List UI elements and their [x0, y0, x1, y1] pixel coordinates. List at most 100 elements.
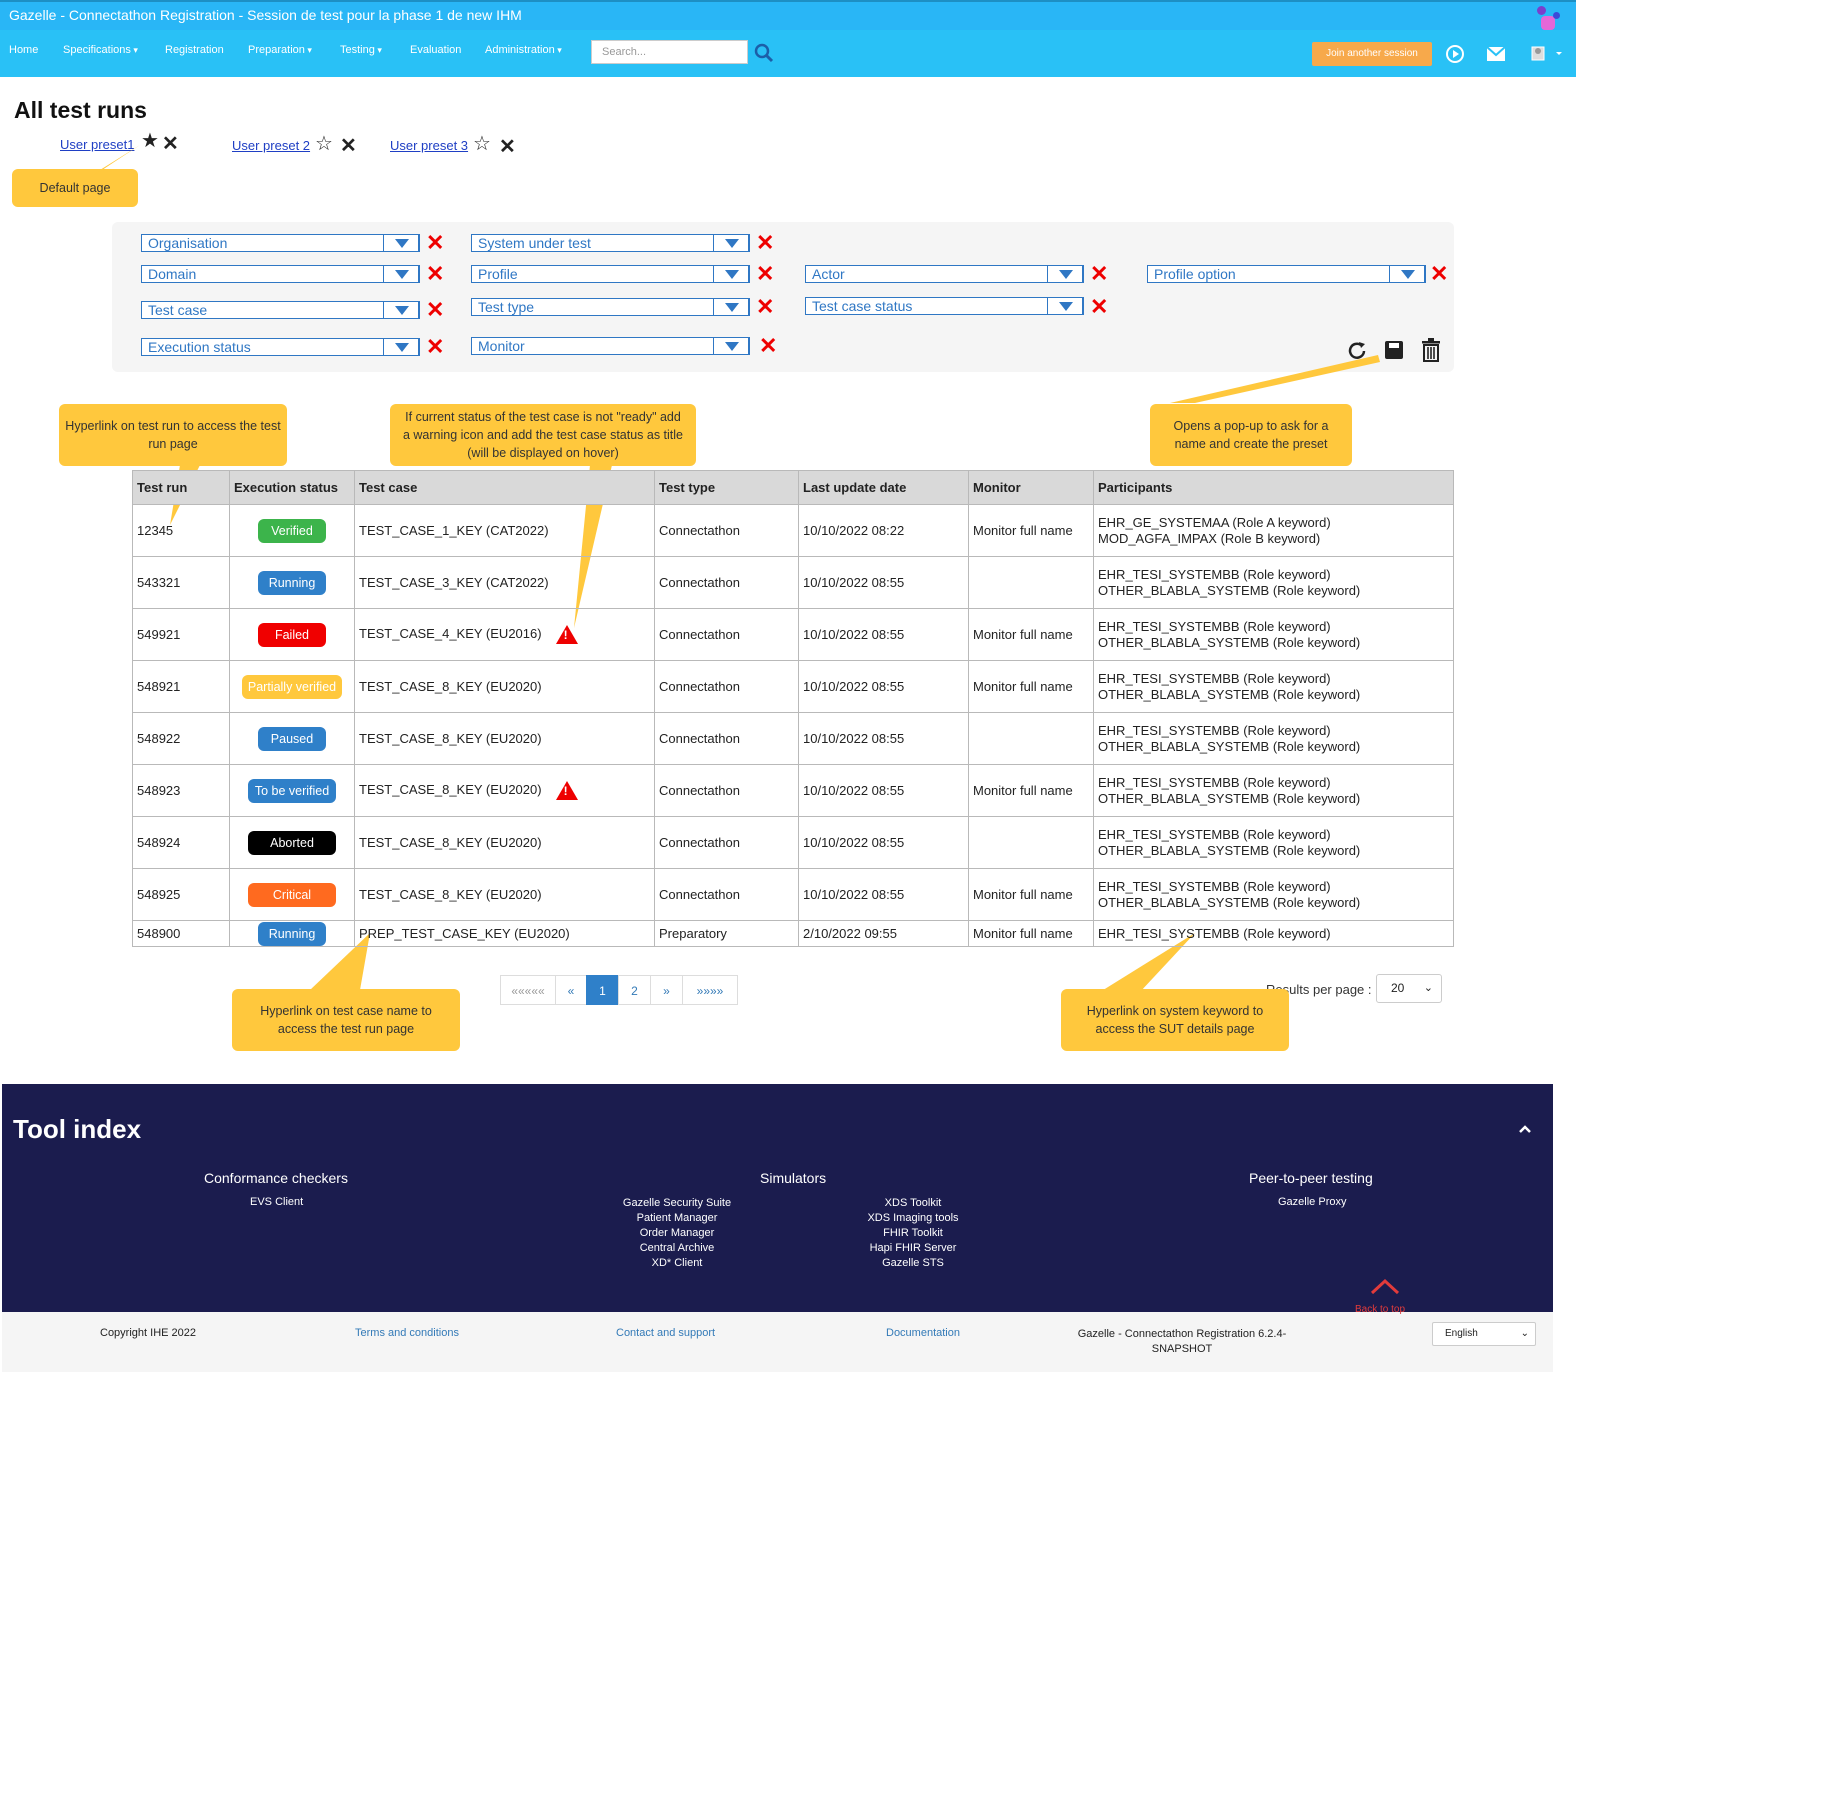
back-to-top-icon[interactable]: [1370, 1277, 1400, 1300]
monitor-cell: Monitor full name: [968, 660, 1094, 713]
back-to-top-link[interactable]: Back to top: [1355, 1304, 1405, 1315]
execution-status-cell: Critical: [229, 868, 355, 921]
participant-system-link[interactable]: OTHER_BLABLA_SYSTEMB (Role keyword): [1098, 791, 1449, 807]
callout-warning-icon: If current status of the test case is no…: [390, 404, 696, 466]
test-run-link[interactable]: 12345: [137, 523, 173, 538]
test-run-link[interactable]: 548922: [137, 731, 180, 746]
column-header-monitor[interactable]: Monitor: [968, 470, 1094, 505]
column-header-execution-status[interactable]: Execution status: [229, 470, 355, 505]
language-select[interactable]: English ⌄: [1432, 1322, 1536, 1346]
xds-toolkit-link[interactable]: XDS Toolkit: [838, 1196, 988, 1211]
participant-system-link[interactable]: EHR_TESI_SYSTEMBB (Role keyword): [1098, 879, 1449, 895]
test-case-link[interactable]: TEST_CASE_8_KEY (EU2020): [359, 731, 542, 746]
participant-system-link[interactable]: OTHER_BLABLA_SYSTEMB (Role keyword): [1098, 635, 1449, 651]
execution-status-cell: Failed: [229, 608, 355, 661]
gazelle-sts-link[interactable]: Gazelle STS: [838, 1256, 988, 1271]
order-manager-link[interactable]: Order Manager: [602, 1226, 752, 1241]
column-header-participants[interactable]: Participants: [1093, 470, 1454, 505]
test-run-link[interactable]: 543321: [137, 575, 180, 590]
status-badge: Aborted: [248, 830, 336, 855]
execution-status-cell: Running: [229, 556, 355, 609]
participants-cell: EHR_TESI_SYSTEMBB (Role keyword) OTHER_BL…: [1093, 764, 1454, 817]
test-run-cell: 548900: [132, 920, 230, 947]
first-page-button[interactable]: «««««: [500, 975, 556, 1005]
results-per-page-select[interactable]: 20 ⌄: [1376, 974, 1442, 1003]
participant-system-link[interactable]: EHR_TESI_SYSTEMBB (Role keyword): [1098, 567, 1449, 583]
xds-imaging-tools-link[interactable]: XDS Imaging tools: [838, 1211, 988, 1226]
monitor-cell: [968, 556, 1094, 609]
status-badge: Running: [258, 570, 326, 595]
test-case-link[interactable]: TEST_CASE_4_KEY (EU2016): [359, 626, 542, 641]
fhir-toolkit-link[interactable]: FHIR Toolkit: [838, 1226, 988, 1241]
test-run-cell: 548925: [132, 868, 230, 921]
participant-system-link[interactable]: EHR_TESI_SYSTEMBB (Role keyword): [1098, 775, 1449, 791]
page-2-button[interactable]: 2: [618, 975, 651, 1005]
test-run-link[interactable]: 548924: [137, 835, 180, 850]
test-run-link[interactable]: 548900: [137, 926, 180, 941]
execution-status-cell: Running: [229, 920, 355, 947]
callout-system-link: Hyperlink on system keyword to access th…: [1061, 989, 1289, 1051]
test-case-link[interactable]: TEST_CASE_8_KEY (EU2020): [359, 679, 542, 694]
footer-bottom-bar: Copyright IHE 2022 Terms and conditions …: [2, 1312, 1553, 1372]
patient-manager-link[interactable]: Patient Manager: [602, 1211, 752, 1226]
participant-system-link[interactable]: EHR_TESI_SYSTEMBB (Role keyword): [1098, 926, 1449, 942]
participant-system-link[interactable]: EHR_GE_SYSTEMAA (Role A keyword): [1098, 515, 1449, 531]
test-run-cell: 548923: [132, 764, 230, 817]
test-case-link[interactable]: TEST_CASE_8_KEY (EU2020): [359, 887, 542, 902]
next-page-button[interactable]: »: [650, 975, 683, 1005]
participant-system-link[interactable]: OTHER_BLABLA_SYSTEMB (Role keyword): [1098, 895, 1449, 911]
test-case-cell: TEST_CASE_1_KEY (CAT2022): [354, 504, 655, 557]
test-run-link[interactable]: 548925: [137, 887, 180, 902]
gazelle-proxy-link[interactable]: Gazelle Proxy: [1278, 1196, 1346, 1208]
test-case-link[interactable]: TEST_CASE_8_KEY (EU2020): [359, 782, 542, 797]
documentation-link[interactable]: Documentation: [886, 1327, 960, 1339]
test-type-cell: Connectathon: [654, 868, 799, 921]
test-type-cell: Preparatory: [654, 920, 799, 947]
xd-client-link[interactable]: XD* Client: [602, 1256, 752, 1271]
participant-system-link[interactable]: OTHER_BLABLA_SYSTEMB (Role keyword): [1098, 843, 1449, 859]
test-run-link[interactable]: 548923: [137, 783, 180, 798]
participants-cell: EHR_TESI_SYSTEMBB (Role keyword) OTHER_BL…: [1093, 712, 1454, 765]
terms-link[interactable]: Terms and conditions: [355, 1327, 459, 1339]
evs-client-link[interactable]: EVS Client: [250, 1196, 303, 1208]
test-case-link[interactable]: TEST_CASE_1_KEY (CAT2022): [359, 523, 549, 538]
page-1-button[interactable]: 1: [586, 975, 619, 1005]
status-badge: Partially verified: [241, 674, 343, 699]
participant-system-link[interactable]: EHR_TESI_SYSTEMBB (Role keyword): [1098, 671, 1449, 687]
column-header-test-type[interactable]: Test type: [654, 470, 799, 505]
participant-system-link[interactable]: EHR_TESI_SYSTEMBB (Role keyword): [1098, 723, 1449, 739]
test-run-link[interactable]: 549921: [137, 627, 180, 642]
test-run-cell: 548924: [132, 816, 230, 869]
hapi-fhir-server-link[interactable]: Hapi FHIR Server: [838, 1241, 988, 1256]
test-case-link[interactable]: PREP_TEST_CASE_KEY (EU2020): [359, 926, 570, 941]
test-run-cell: 548921: [132, 660, 230, 713]
column-header-last-update-date[interactable]: Last update date: [798, 470, 969, 505]
gazelle-security-suite-link[interactable]: Gazelle Security Suite: [602, 1196, 752, 1211]
last-update-cell: 10/10/2022 08:55: [798, 764, 969, 817]
participant-system-link[interactable]: EHR_TESI_SYSTEMBB (Role keyword): [1098, 619, 1449, 635]
participants-cell: EHR_TESI_SYSTEMBB (Role keyword) OTHER_BL…: [1093, 868, 1454, 921]
contact-link[interactable]: Contact and support: [616, 1327, 715, 1339]
test-case-cell: TEST_CASE_8_KEY (EU2020): [354, 712, 655, 765]
execution-status-cell: To be verified: [229, 764, 355, 817]
column-header-test-run[interactable]: Test run: [132, 470, 230, 505]
test-case-link[interactable]: TEST_CASE_8_KEY (EU2020): [359, 835, 542, 850]
test-case-link[interactable]: TEST_CASE_3_KEY (CAT2022): [359, 575, 549, 590]
participant-system-link[interactable]: MOD_AGFA_IMPAX (Role B keyword): [1098, 531, 1449, 547]
execution-status-cell: Verified: [229, 504, 355, 557]
test-run-link[interactable]: 548921: [137, 679, 180, 694]
last-page-button[interactable]: »»»»: [682, 975, 738, 1005]
prev-page-button[interactable]: «: [555, 975, 587, 1005]
monitor-cell: [968, 816, 1094, 869]
collapse-chevron-icon[interactable]: [1518, 1121, 1532, 1139]
test-runs-table: Test run Execution status Test case Test…: [132, 470, 1454, 947]
column-header-test-case[interactable]: Test case: [354, 470, 655, 505]
participant-system-link[interactable]: OTHER_BLABLA_SYSTEMB (Role keyword): [1098, 687, 1449, 703]
participant-system-link[interactable]: EHR_TESI_SYSTEMBB (Role keyword): [1098, 827, 1449, 843]
participant-system-link[interactable]: OTHER_BLABLA_SYSTEMB (Role keyword): [1098, 739, 1449, 755]
participant-system-link[interactable]: OTHER_BLABLA_SYSTEMB (Role keyword): [1098, 583, 1449, 599]
last-update-cell: 10/10/2022 08:55: [798, 608, 969, 661]
central-archive-link[interactable]: Central Archive: [602, 1241, 752, 1256]
peer-to-peer-title: Peer-to-peer testing: [1249, 1170, 1373, 1186]
copyright-text: Copyright IHE 2022: [100, 1327, 196, 1339]
